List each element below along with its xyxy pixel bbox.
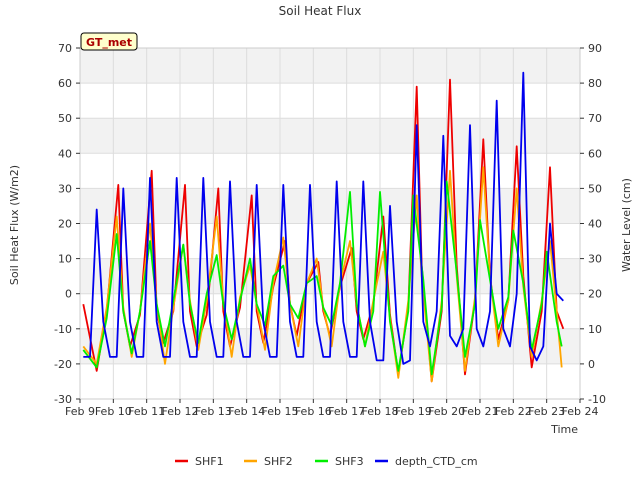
y-tick-label: 30: [58, 182, 72, 195]
background-band: [80, 188, 580, 224]
y-tick-label: -10: [54, 323, 72, 336]
y-tick-label: 10: [58, 253, 72, 266]
x-tick-label: Feb 10: [95, 405, 132, 418]
x-tick-label: Feb 17: [328, 405, 365, 418]
x-tick-label: Feb 15: [262, 405, 299, 418]
x-tick-label: Feb 16: [295, 405, 332, 418]
x-tick-label: Feb 9: [65, 405, 95, 418]
y-tick-label: 40: [58, 147, 72, 160]
y-tick-label: -20: [54, 358, 72, 371]
x-tick-label: Feb 12: [162, 405, 199, 418]
y-axis-label: Soil Heat Flux (W/m2): [8, 165, 21, 285]
station-badge: GT_met: [80, 32, 138, 51]
legend-label: depth_CTD_cm: [395, 455, 478, 468]
x-tick-label: Feb 24: [562, 405, 599, 418]
x-tick-label: Feb 18: [362, 405, 399, 418]
legend-label: SHF1: [195, 455, 224, 468]
background-band: [80, 48, 580, 84]
x-tick-label: Feb 20: [428, 405, 465, 418]
badge-text: GT_met: [86, 36, 132, 49]
y-tick-label: 20: [58, 218, 72, 231]
x-tick-label: Feb 11: [128, 405, 165, 418]
y2-tick-label: 50: [588, 182, 602, 195]
y-tick-label: 50: [58, 112, 72, 125]
x-tick-label: Feb 13: [195, 405, 232, 418]
y2-tick-label: 30: [588, 253, 602, 266]
y2-tick-label: 0: [588, 358, 595, 371]
y2-tick-label: 60: [588, 147, 602, 160]
y2-tick-label: 10: [588, 323, 602, 336]
legend-label: SHF3: [335, 455, 364, 468]
y2-axis-label: Water Level (cm): [620, 178, 633, 272]
x-tick-label: Feb 21: [462, 405, 499, 418]
background-band: [80, 118, 580, 154]
y2-tick-label: 70: [588, 112, 602, 125]
x-axis-label: Time: [550, 423, 578, 436]
y-tick-label: 60: [58, 77, 72, 90]
y-tick-label: 70: [58, 42, 72, 55]
x-tick-label: Feb 19: [395, 405, 432, 418]
y2-tick-label: 40: [588, 218, 602, 231]
chart-title: Soil Heat Flux: [279, 4, 362, 18]
x-tick-label: Feb 14: [228, 405, 265, 418]
legend: SHF1 SHF2 SHF3 depth_CTD_cm: [175, 455, 478, 468]
soil-heat-flux-chart: -30-20-10010203040506070-100102030405060…: [8, 4, 633, 468]
x-tick-label: Feb 23: [528, 405, 565, 418]
y-tick-label: 0: [65, 288, 72, 301]
y2-tick-label: 20: [588, 288, 602, 301]
x-tick-label: Feb 22: [495, 405, 532, 418]
legend-label: SHF2: [264, 455, 293, 468]
y2-tick-label: 80: [588, 77, 602, 90]
y2-tick-label: 90: [588, 42, 602, 55]
